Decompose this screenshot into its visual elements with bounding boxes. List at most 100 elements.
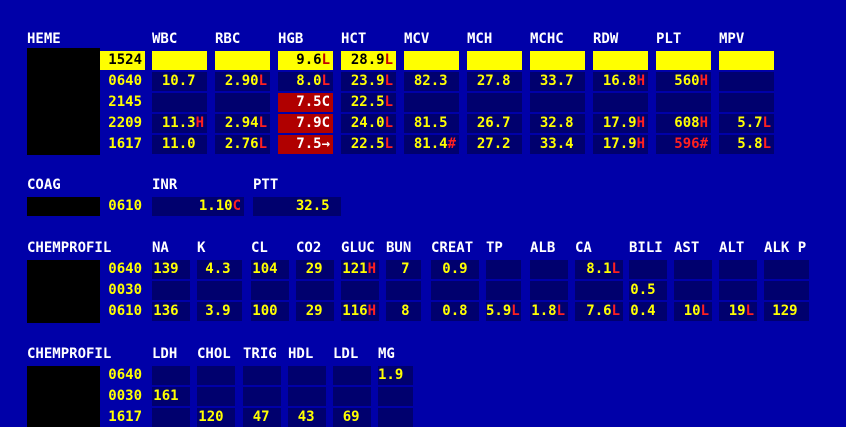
chem1-value-cell[interactable]: 29 bbox=[296, 260, 334, 279]
chem1-value-cell[interactable]: 116H bbox=[341, 302, 379, 321]
heme-value-cell[interactable]: 82.3 bbox=[404, 72, 459, 91]
chem1-value-cell[interactable] bbox=[719, 281, 757, 300]
heme-value-cell[interactable]: 608H bbox=[656, 114, 711, 133]
chem2-value-cell[interactable] bbox=[152, 408, 190, 427]
chem1-value-cell[interactable] bbox=[764, 260, 809, 279]
chem2-value-cell[interactable] bbox=[197, 387, 235, 406]
heme-value-cell[interactable]: 2.94L bbox=[215, 114, 270, 133]
chem1-value-cell[interactable] bbox=[152, 281, 190, 300]
heme-value-cell[interactable]: 26.7 bbox=[467, 114, 522, 133]
chem1-row-time[interactable]: 0610 bbox=[100, 302, 145, 321]
heme-value-cell[interactable] bbox=[719, 93, 774, 112]
heme-value-cell[interactable]: 9.6L bbox=[278, 51, 333, 70]
chem1-value-cell[interactable]: 7.6L bbox=[575, 302, 623, 321]
heme-row-time[interactable]: 1617 bbox=[100, 135, 145, 154]
chem1-value-cell[interactable]: 5.9L bbox=[486, 302, 521, 321]
heme-value-cell[interactable] bbox=[593, 51, 648, 70]
heme-value-cell[interactable]: 596# bbox=[656, 135, 711, 154]
chem2-value-cell[interactable] bbox=[243, 387, 281, 406]
chem1-value-cell[interactable]: 104 bbox=[251, 260, 289, 279]
chem1-value-cell[interactable]: 129 bbox=[764, 302, 809, 321]
heme-value-cell[interactable]: 7.9C bbox=[278, 114, 333, 133]
heme-value-cell[interactable]: 27.2 bbox=[467, 135, 522, 154]
heme-value-cell[interactable]: 2.76L bbox=[215, 135, 270, 154]
chem1-value-cell[interactable] bbox=[530, 260, 568, 279]
coag-value-cell[interactable]: 1.10C bbox=[152, 197, 244, 216]
heme-value-cell[interactable] bbox=[152, 51, 207, 70]
chem1-value-cell[interactable]: 0.5 bbox=[629, 281, 667, 300]
heme-value-cell[interactable] bbox=[530, 93, 585, 112]
chem1-value-cell[interactable] bbox=[431, 281, 479, 300]
chem2-value-cell[interactable]: 1.9 bbox=[378, 366, 413, 385]
chem2-value-cell[interactable]: 69 bbox=[333, 408, 371, 427]
heme-value-cell[interactable]: 17.9H bbox=[593, 135, 648, 154]
chem1-value-cell[interactable]: 0.4 bbox=[629, 302, 667, 321]
heme-value-cell[interactable] bbox=[656, 93, 711, 112]
heme-value-cell[interactable] bbox=[656, 51, 711, 70]
chem1-value-cell[interactable]: 10L bbox=[674, 302, 712, 321]
chem1-value-cell[interactable] bbox=[674, 260, 712, 279]
heme-value-cell[interactable] bbox=[467, 93, 522, 112]
chem2-value-cell[interactable] bbox=[197, 366, 235, 385]
heme-value-cell[interactable]: 8.0L bbox=[278, 72, 333, 91]
chem1-value-cell[interactable] bbox=[530, 281, 568, 300]
heme-value-cell[interactable]: 16.8H bbox=[593, 72, 648, 91]
heme-value-cell[interactable]: 33.4 bbox=[530, 135, 585, 154]
heme-value-cell[interactable]: 32.8 bbox=[530, 114, 585, 133]
chem1-value-cell[interactable] bbox=[486, 260, 521, 279]
heme-value-cell[interactable]: 10.7 bbox=[152, 72, 207, 91]
chem1-value-cell[interactable]: 136 bbox=[152, 302, 190, 321]
heme-value-cell[interactable]: 2.90L bbox=[215, 72, 270, 91]
heme-value-cell[interactable]: 11.3H bbox=[152, 114, 207, 133]
chem1-value-cell[interactable]: 7 bbox=[386, 260, 421, 279]
chem1-value-cell[interactable] bbox=[251, 281, 289, 300]
heme-row-time[interactable]: 2145 bbox=[100, 93, 145, 112]
chem1-value-cell[interactable]: 1.8L bbox=[530, 302, 568, 321]
chem1-row-time[interactable]: 0640 bbox=[100, 260, 145, 279]
chem1-value-cell[interactable]: 8 bbox=[386, 302, 421, 321]
chem2-value-cell[interactable] bbox=[378, 387, 413, 406]
heme-value-cell[interactable]: 81.4# bbox=[404, 135, 459, 154]
coag-row-time[interactable]: 0610 bbox=[100, 197, 145, 216]
heme-row-time[interactable]: 1524 bbox=[100, 51, 145, 70]
chem2-value-cell[interactable] bbox=[333, 366, 371, 385]
heme-row-time[interactable]: 0640 bbox=[100, 72, 145, 91]
heme-value-cell[interactable]: 7.5→ bbox=[278, 135, 333, 154]
chem1-value-cell[interactable] bbox=[674, 281, 712, 300]
chem2-value-cell[interactable]: 47 bbox=[243, 408, 281, 427]
heme-value-cell[interactable] bbox=[152, 93, 207, 112]
chem2-value-cell[interactable] bbox=[288, 387, 326, 406]
chem1-value-cell[interactable]: 3.9 bbox=[197, 302, 242, 321]
heme-value-cell[interactable]: 11.0 bbox=[152, 135, 207, 154]
chem2-value-cell[interactable] bbox=[243, 366, 281, 385]
heme-value-cell[interactable]: 22.5L bbox=[341, 93, 396, 112]
heme-value-cell[interactable] bbox=[404, 51, 459, 70]
heme-value-cell[interactable]: 560H bbox=[656, 72, 711, 91]
chem2-value-cell[interactable] bbox=[378, 408, 413, 427]
chem2-row-time[interactable]: 0030 bbox=[100, 387, 145, 406]
heme-value-cell[interactable] bbox=[215, 93, 270, 112]
chem1-value-cell[interactable] bbox=[341, 281, 379, 300]
heme-value-cell[interactable] bbox=[593, 93, 648, 112]
heme-value-cell[interactable]: 33.7 bbox=[530, 72, 585, 91]
chem1-value-cell[interactable] bbox=[486, 281, 521, 300]
chem2-value-cell[interactable] bbox=[333, 387, 371, 406]
chem1-value-cell[interactable]: 19L bbox=[719, 302, 757, 321]
heme-value-cell[interactable]: 5.7L bbox=[719, 114, 774, 133]
chem1-value-cell[interactable]: 139 bbox=[152, 260, 190, 279]
chem1-value-cell[interactable] bbox=[197, 281, 242, 300]
heme-value-cell[interactable]: 23.9L bbox=[341, 72, 396, 91]
chem1-value-cell[interactable] bbox=[719, 260, 757, 279]
chem1-value-cell[interactable] bbox=[575, 281, 623, 300]
chem1-row-time[interactable]: 0030 bbox=[100, 281, 145, 300]
chem1-value-cell[interactable]: 100 bbox=[251, 302, 289, 321]
heme-value-cell[interactable]: 22.5L bbox=[341, 135, 396, 154]
chem1-value-cell[interactable]: 4.3 bbox=[197, 260, 242, 279]
heme-value-cell[interactable]: 7.5C bbox=[278, 93, 333, 112]
coag-value-cell[interactable]: 32.5 bbox=[253, 197, 341, 216]
chem1-value-cell[interactable] bbox=[386, 281, 421, 300]
chem1-value-cell[interactable] bbox=[764, 281, 809, 300]
chem1-value-cell[interactable] bbox=[296, 281, 334, 300]
heme-value-cell[interactable]: 17.9H bbox=[593, 114, 648, 133]
chem2-row-time[interactable]: 1617 bbox=[100, 408, 145, 427]
